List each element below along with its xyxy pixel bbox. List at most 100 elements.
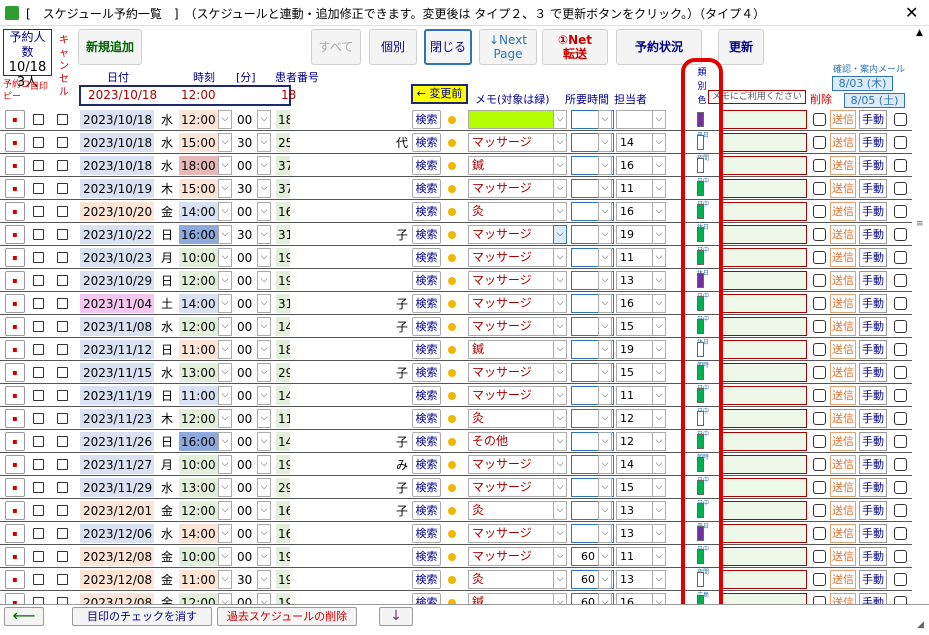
delete-past-button[interactable]: 過去スケジュールの削除 — [217, 607, 357, 626]
manual-button[interactable]: 手動 — [859, 363, 887, 382]
reservation-status-button[interactable]: 予約状況 — [616, 29, 702, 65]
search-button[interactable]: 検索 — [412, 501, 441, 520]
search-button[interactable]: 検索 — [412, 248, 441, 267]
minutes-dropdown[interactable]: ⌵ — [257, 386, 271, 405]
send-button[interactable]: 送信 — [830, 501, 856, 520]
before-change-button[interactable]: ← 変更前 — [411, 84, 468, 104]
search-button[interactable]: 検索 — [412, 409, 441, 428]
memo-field[interactable]: マッサージ — [468, 524, 554, 543]
duration-dropdown[interactable]: ⌵ — [598, 409, 612, 428]
note-field[interactable] — [722, 202, 807, 221]
type-color-bar[interactable] — [697, 227, 704, 242]
patient-no-cell[interactable]: 37 — [276, 156, 290, 175]
patient-no-cell[interactable]: 29 — [276, 363, 290, 382]
mark-checkbox[interactable] — [33, 160, 44, 171]
search-button[interactable]: 検索 — [412, 294, 441, 313]
copy-button[interactable]: ▪ — [5, 547, 25, 566]
date-cell[interactable]: 2023/11/23 — [80, 409, 154, 428]
memo-dropdown[interactable]: ⌵ — [553, 317, 567, 336]
mark-checkbox[interactable] — [33, 505, 44, 516]
search-button[interactable]: 検索 — [412, 363, 441, 382]
type-color-bar[interactable] — [697, 319, 704, 334]
manual-button[interactable]: 手動 — [859, 478, 887, 497]
minutes-dropdown[interactable]: ⌵ — [257, 317, 271, 336]
type-color-bar[interactable] — [697, 250, 704, 265]
date-cell[interactable]: 2023/10/23 — [80, 248, 154, 267]
memo-dropdown[interactable]: ⌵ — [553, 156, 567, 175]
delete-checkbox[interactable] — [813, 159, 826, 172]
time-dropdown[interactable]: ⌵ — [218, 294, 232, 313]
mail-checkbox[interactable] — [894, 159, 907, 172]
manual-button[interactable]: 手動 — [859, 340, 887, 359]
minutes-dropdown[interactable]: ⌵ — [257, 570, 271, 589]
mark-checkbox[interactable] — [33, 252, 44, 263]
type-color-bar[interactable] — [697, 549, 704, 564]
time-dropdown[interactable]: ⌵ — [218, 455, 232, 474]
send-button[interactable]: 送信 — [830, 524, 856, 543]
cancel-checkbox[interactable] — [57, 528, 68, 539]
manual-button[interactable]: 手動 — [859, 432, 887, 451]
time-dropdown[interactable]: ⌵ — [218, 570, 232, 589]
mark-checkbox[interactable] — [33, 229, 44, 240]
memo-field[interactable]: マッサージ — [468, 317, 554, 336]
note-field[interactable] — [722, 271, 807, 290]
staff-dropdown[interactable]: ⌵ — [652, 156, 666, 175]
time-cell[interactable]: 10:00 — [179, 248, 219, 267]
note-field[interactable] — [722, 133, 807, 152]
staff-dropdown[interactable]: ⌵ — [652, 248, 666, 267]
type-color-bar[interactable] — [697, 503, 704, 518]
memo-field[interactable]: マッサージ — [468, 478, 554, 497]
patient-no-cell[interactable]: 16 — [276, 202, 290, 221]
type-color-bar[interactable] — [697, 526, 704, 541]
time-dropdown[interactable]: ⌵ — [218, 432, 232, 451]
back-button[interactable]: ⟵ — [4, 607, 44, 626]
minutes-cell[interactable]: 00 — [234, 294, 258, 313]
copy-button[interactable]: ▪ — [5, 248, 25, 267]
search-button[interactable]: 検索 — [412, 547, 441, 566]
time-cell[interactable]: 11:00 — [179, 570, 219, 589]
note-field[interactable] — [722, 455, 807, 474]
patient-no-cell[interactable]: 11 — [276, 409, 290, 428]
send-button[interactable]: 送信 — [830, 133, 856, 152]
duration-dropdown[interactable]: ⌵ — [598, 225, 612, 244]
down-button[interactable]: ↓ — [379, 607, 413, 626]
delete-checkbox[interactable] — [813, 274, 826, 287]
type-color-bar[interactable] — [697, 365, 704, 380]
send-button[interactable]: 送信 — [830, 363, 856, 382]
manual-button[interactable]: 手動 — [859, 294, 887, 313]
memo-field[interactable]: その他 — [468, 432, 554, 451]
time-cell[interactable]: 16:00 — [179, 432, 219, 451]
cancel-checkbox[interactable] — [57, 160, 68, 171]
minutes-cell[interactable]: 00 — [234, 340, 258, 359]
cancel-checkbox[interactable] — [57, 275, 68, 286]
delete-checkbox[interactable] — [813, 297, 826, 310]
type-color-bar[interactable] — [697, 434, 704, 449]
search-button[interactable]: 検索 — [412, 478, 441, 497]
staff-dropdown[interactable]: ⌵ — [652, 133, 666, 152]
minutes-cell[interactable]: 00 — [234, 478, 258, 497]
duration-dropdown[interactable]: ⌵ — [598, 202, 612, 221]
minutes-dropdown[interactable]: ⌵ — [257, 409, 271, 428]
time-cell[interactable]: 12:00 — [179, 271, 219, 290]
date-cell[interactable]: 2023/10/29 — [80, 271, 154, 290]
mark-checkbox[interactable] — [33, 367, 44, 378]
mail-checkbox[interactable] — [894, 228, 907, 241]
minutes-cell[interactable]: 00 — [234, 409, 258, 428]
search-button[interactable]: 検索 — [412, 156, 441, 175]
date-cell[interactable]: 2023/11/12 — [80, 340, 154, 359]
patient-no-cell[interactable]: 37 — [276, 179, 290, 198]
note-header-input[interactable]: メモにご利用ください — [708, 90, 806, 104]
search-button[interactable]: 検索 — [412, 455, 441, 474]
minutes-cell[interactable]: 00 — [234, 386, 258, 405]
send-button[interactable]: 送信 — [830, 202, 856, 221]
time-dropdown[interactable]: ⌵ — [218, 386, 232, 405]
copy-button[interactable]: ▪ — [5, 478, 25, 497]
minutes-dropdown[interactable]: ⌵ — [257, 248, 271, 267]
time-dropdown[interactable]: ⌵ — [218, 409, 232, 428]
duration-dropdown[interactable]: ⌵ — [598, 294, 612, 313]
memo-field[interactable]: マッサージ — [468, 271, 554, 290]
date-cell[interactable]: 2023/12/06 — [80, 524, 154, 543]
date-cell[interactable]: 2023/12/01 — [80, 501, 154, 520]
memo-field[interactable]: マッサージ — [468, 455, 554, 474]
date-cell[interactable]: 2023/10/18 — [80, 156, 154, 175]
